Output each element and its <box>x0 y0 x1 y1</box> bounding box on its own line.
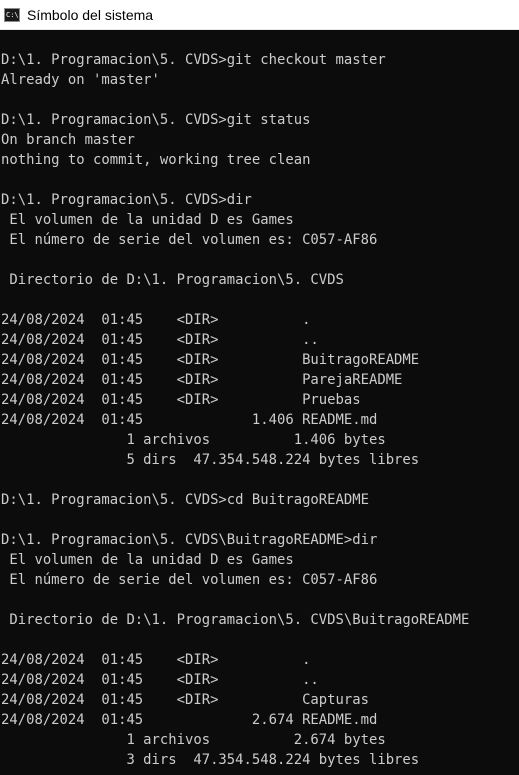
console-line: 24/08/2024 01:45 <DIR> .. <box>1 672 319 688</box>
console-line: Directorio de D:\1. Programacion\5. CVDS… <box>1 612 470 628</box>
title-bar[interactable]: C:\ Símbolo del sistema <box>0 0 519 30</box>
console-line: 24/08/2024 01:45 <DIR> BuitragoREADME <box>1 352 420 368</box>
console-line: On branch master <box>1 132 135 148</box>
console-line: D:\1. Programacion\5. CVDS>git status <box>1 112 311 128</box>
console-line: 24/08/2024 01:45 <DIR> Pruebas <box>1 392 361 408</box>
console-output[interactable]: D:\1. Programacion\5. CVDS>git checkout … <box>0 30 519 775</box>
console-line: El número de serie del volumen es: C057-… <box>1 232 378 248</box>
console-line: 24/08/2024 01:45 <DIR> . <box>1 312 311 328</box>
console-line: El número de serie del volumen es: C057-… <box>1 572 378 588</box>
console-line: nothing to commit, working tree clean <box>1 152 311 168</box>
console-line: 24/08/2024 01:45 1.406 README.md <box>1 412 378 428</box>
console-line: 3 dirs 47.354.548.224 bytes libres <box>1 752 420 768</box>
console-line: D:\1. Programacion\5. CVDS\BuitragoREADM… <box>1 532 378 548</box>
console-line: El volumen de la unidad D es Games <box>1 552 294 568</box>
console-line: 5 dirs 47.354.548.224 bytes libres <box>1 452 420 468</box>
console-line: D:\1. Programacion\5. CVDS>dir <box>1 192 252 208</box>
console-line: 24/08/2024 01:45 <DIR> .. <box>1 332 319 348</box>
console-line: D:\1. Programacion\5. CVDS>cd BuitragoRE… <box>1 492 369 508</box>
console-line: 24/08/2024 01:45 <DIR> ParejaREADME <box>1 372 403 388</box>
console-line: Directorio de D:\1. Programacion\5. CVDS <box>1 272 344 288</box>
console-line: 1 archivos 2.674 bytes <box>1 732 386 748</box>
console-line: D:\1. Programacion\5. CVDS>git checkout … <box>1 52 386 68</box>
console-line: 24/08/2024 01:45 <DIR> . <box>1 652 311 668</box>
console-line: 1 archivos 1.406 bytes <box>1 432 386 448</box>
window-title: Símbolo del sistema <box>27 7 154 23</box>
console-line: Already on 'master' <box>1 72 160 88</box>
console-line: 24/08/2024 01:45 2.674 README.md <box>1 712 378 728</box>
cmd-icon: C:\ <box>4 8 20 22</box>
console-line: El volumen de la unidad D es Games <box>1 212 294 228</box>
console-line: 24/08/2024 01:45 <DIR> Capturas <box>1 692 369 708</box>
